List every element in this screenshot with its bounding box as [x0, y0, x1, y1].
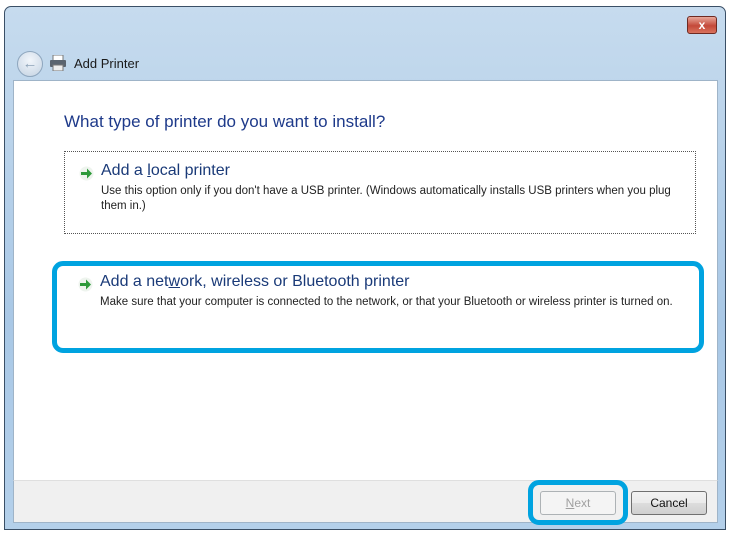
- add-printer-window: x ← Add Printer What type of printer do …: [4, 6, 726, 530]
- option-title: Add a local printer: [101, 162, 230, 179]
- cancel-button[interactable]: Cancel: [631, 491, 707, 515]
- next-button[interactable]: Next: [540, 491, 616, 515]
- window-title: Add Printer: [74, 56, 140, 71]
- option-add-network-printer[interactable]: Add a network, wireless or Bluetooth pri…: [64, 267, 696, 347]
- close-button[interactable]: x: [687, 16, 717, 34]
- page-heading: What type of printer do you want to inst…: [64, 112, 386, 131]
- printer-icon: [50, 55, 66, 71]
- option-description: Use this option only if you don't have a…: [101, 185, 671, 212]
- option-description: Make sure that your computer is connecte…: [100, 296, 673, 308]
- green-arrow-icon: [78, 277, 93, 292]
- option-title: Add a network, wireless or Bluetooth pri…: [100, 273, 410, 290]
- back-button[interactable]: ←: [17, 51, 43, 77]
- option-add-local-printer[interactable]: Add a local printer Use this option only…: [64, 151, 696, 234]
- wizard-footer: Next Cancel: [13, 480, 718, 525]
- back-arrow-icon: ←: [22, 55, 38, 72]
- green-arrow-icon: [79, 166, 94, 181]
- wizard-content: What type of printer do you want to inst…: [13, 80, 718, 480]
